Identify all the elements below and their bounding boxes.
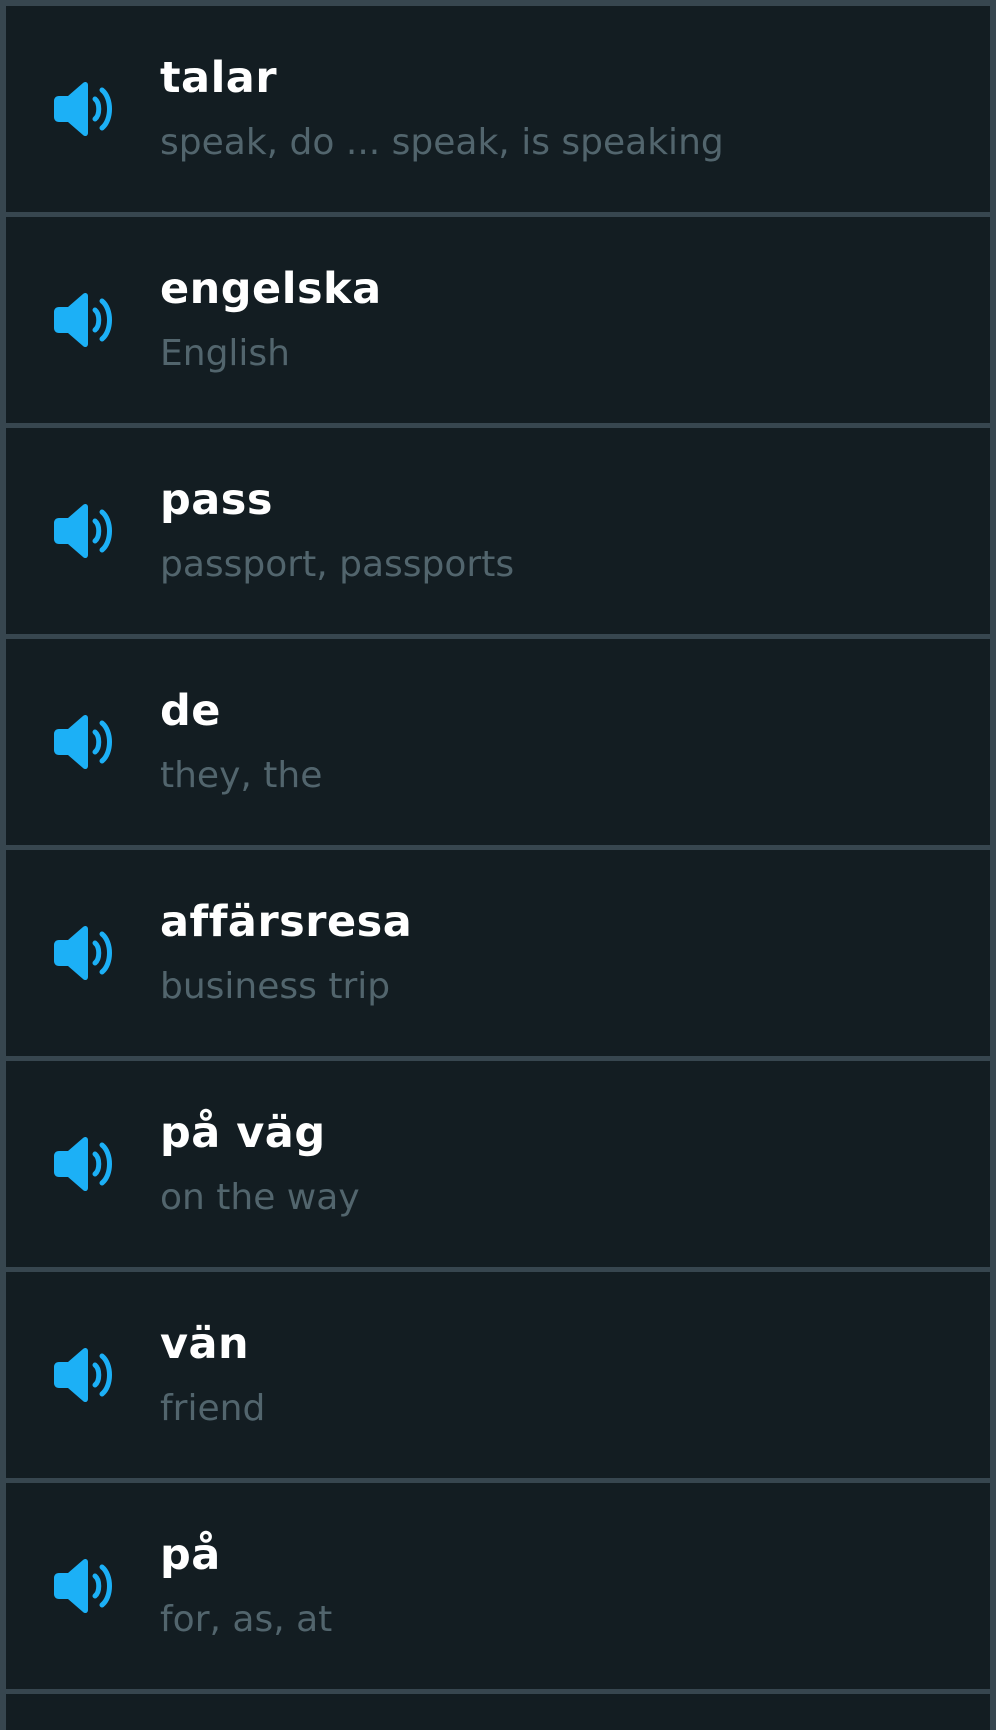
speaker-icon[interactable] [46, 1134, 120, 1194]
speaker-icon[interactable] [46, 501, 120, 561]
swedish-word: talar [160, 53, 278, 103]
speaker-icon[interactable] [46, 79, 120, 139]
vocabulary-text: på väg on the way [160, 1105, 360, 1223]
vocabulary-text: engelska English [160, 261, 382, 379]
english-translation: friend [160, 1388, 266, 1429]
speaker-icon[interactable] [46, 1556, 120, 1616]
speaker-icon[interactable] [46, 923, 120, 983]
speaker-icon[interactable] [46, 1345, 120, 1405]
swedish-word: på [160, 1530, 221, 1580]
vocabulary-text: vän friend [160, 1316, 265, 1434]
swedish-word: engelska [160, 264, 382, 314]
english-translation: on the way [160, 1177, 360, 1218]
vocabulary-text: de they, the [160, 683, 322, 801]
swedish-word: de [160, 686, 221, 736]
swedish-word: affärsresa [160, 897, 413, 947]
vocabulary-text: pass passport, passports [160, 472, 514, 590]
vocabulary-row-van[interactable]: vän friend [6, 1272, 990, 1483]
vocabulary-row-affarsresa[interactable]: affärsresa business trip [6, 850, 990, 1061]
english-translation: speak, do ... speak, is speaking [160, 122, 724, 163]
vocabulary-row-de[interactable]: de they, the [6, 639, 990, 850]
english-translation: English [160, 333, 290, 374]
vocabulary-text: talar speak, do ... speak, is speaking [160, 50, 724, 168]
swedish-word: på väg [160, 1108, 326, 1158]
english-translation: business trip [160, 966, 391, 1007]
english-translation: passport, passports [160, 544, 515, 585]
vocabulary-row-pa-vag[interactable]: på väg on the way [6, 1061, 990, 1272]
speaker-icon[interactable] [46, 290, 120, 350]
vocabulary-text: affärsresa business trip [160, 894, 412, 1012]
english-translation: they, the [160, 755, 323, 796]
swedish-word: pass [160, 475, 273, 525]
vocabulary-row-talar[interactable]: talar speak, do ... speak, is speaking [6, 6, 990, 217]
vocabulary-text: på for, as, at [160, 1527, 332, 1645]
speaker-icon[interactable] [46, 712, 120, 772]
vocabulary-row-pa[interactable]: på for, as, at [6, 1483, 990, 1694]
vocabulary-row-pass[interactable]: pass passport, passports [6, 428, 990, 639]
vocabulary-list: talar speak, do ... speak, is speaking e… [0, 0, 996, 1730]
swedish-word: vän [160, 1319, 250, 1369]
english-translation: for, as, at [160, 1599, 333, 1640]
vocabulary-row-engelska[interactable]: engelska English [6, 217, 990, 428]
